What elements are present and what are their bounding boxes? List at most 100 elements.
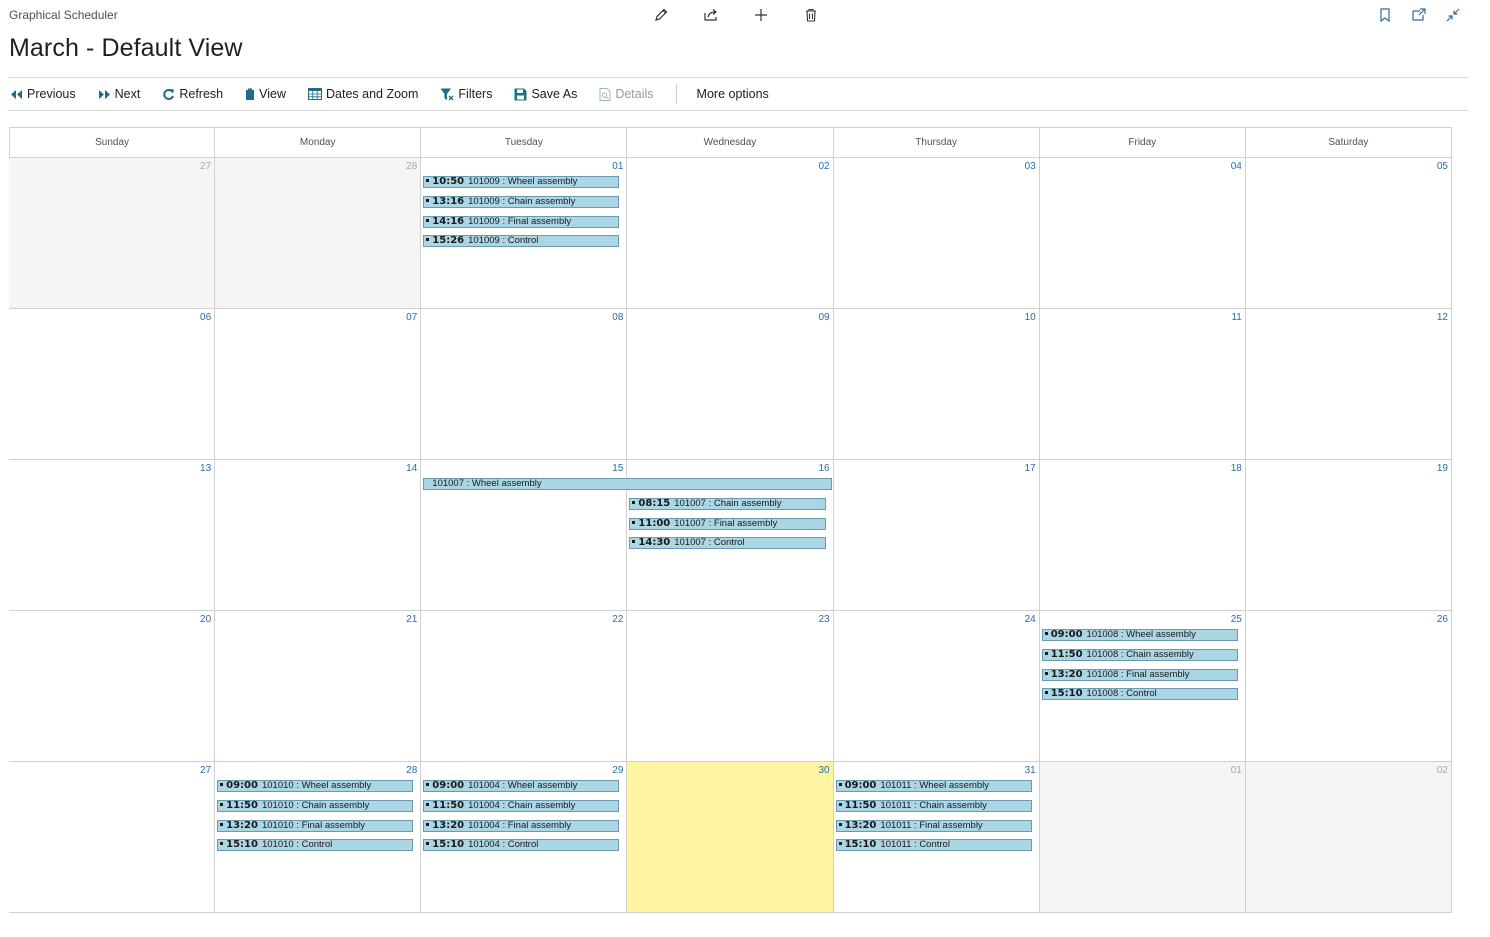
schedule-event[interactable]: 15:10 101011 : Control [835,839,1032,851]
day-cell[interactable]: 19 [1245,460,1452,610]
day-cell[interactable]: 24 [833,611,1040,761]
event-bullet [426,802,430,806]
open-new-window-icon[interactable] [1408,5,1430,25]
day-cell[interactable]: 23 [627,611,834,761]
calendar-week: 06 07 08 09 10 11 12 [9,309,1452,460]
schedule-event[interactable]: 11:50 101010 : Chain assembly [217,800,414,812]
schedule-event[interactable]: 11:50 101004 : Chain assembly [423,800,620,812]
day-cell[interactable]: 04 [1039,158,1246,308]
refresh-label: Refresh [179,87,224,101]
day-cell[interactable]: 05 [1245,158,1452,308]
schedule-event[interactable]: 14:16 101009 : Final assembly [423,216,620,228]
event-title: 101004 : Wheel assembly [468,780,578,791]
schedule-event[interactable]: 09:00 101011 : Wheel assembly [835,780,1032,792]
day-cell[interactable]: 06 [9,309,216,459]
day-number: 09 [818,312,830,323]
next-label: Next [114,87,141,101]
day-number: 05 [1436,161,1448,172]
week-cells: 06 07 08 09 10 11 12 [9,309,1452,459]
event-bullet [220,841,224,845]
day-number: 28 [406,161,418,172]
event-time: 15:10 [432,839,465,850]
schedule-event[interactable]: 09:00 101008 : Wheel assembly [1041,629,1238,641]
day-cell[interactable]: 08 [421,309,628,459]
filter-icon [440,88,454,101]
day-number: 24 [1024,614,1036,625]
more-options-button[interactable]: More options [697,87,769,101]
event-time: 15:10 [226,839,258,850]
day-cell[interactable]: 07 [215,309,422,459]
day-cell[interactable]: 27 [9,158,216,308]
day-number: 10 [1024,312,1036,323]
day-number: 11 [1231,312,1242,323]
event-bullet [426,218,430,222]
day-cell[interactable]: 21 [215,611,422,761]
schedule-event[interactable]: 13:20 101010 : Final assembly [217,820,414,832]
day-cell[interactable]: 26 [1245,611,1452,761]
day-cell-today[interactable]: 30 [627,762,834,912]
schedule-event[interactable]: 11:00 101007 : Final assembly [629,518,826,530]
day-cell[interactable]: 03 [833,158,1040,308]
event-time: 10:50 [432,176,465,187]
filters-button[interactable]: Filters [440,87,492,101]
day-cell[interactable]: 01 [1039,762,1246,912]
share-icon[interactable] [700,5,722,25]
event-bullet [426,841,430,845]
weekday-monday: Monday [215,128,422,157]
details-button[interactable]: Details [599,87,654,101]
collapse-icon[interactable] [1442,5,1464,25]
day-cell[interactable]: 18 [1039,460,1246,610]
schedule-event[interactable]: 13:20 101008 : Final assembly [1041,669,1238,681]
day-cell[interactable]: 27 [9,762,216,912]
day-cell[interactable]: 22 [421,611,628,761]
refresh-button[interactable]: Refresh [162,87,223,101]
plus-icon[interactable] [750,5,772,25]
day-number: 31 [1024,765,1036,776]
event-title: 101011 : Chain assembly [880,800,987,811]
pencil-icon[interactable] [650,5,672,25]
save-as-button[interactable]: Save As [514,87,577,101]
day-cell[interactable]: 02 [1245,762,1452,912]
event-time: 15:10 [1050,688,1083,699]
event-bullet [1044,671,1048,675]
next-button[interactable]: Next [98,87,141,101]
event-title: 101010 : Control [261,839,333,850]
day-cell[interactable]: 14 [215,460,422,610]
schedule-event[interactable]: 08:15 101007 : Chain assembly [629,498,826,510]
day-cell[interactable]: 20 [9,611,216,761]
schedule-event[interactable]: 09:00 101010 : Wheel assembly [217,780,414,792]
save-as-label: Save As [531,87,578,101]
dates-and-zoom-button[interactable]: Dates and Zoom [308,87,418,101]
schedule-event[interactable]: 13:16 101009 : Chain assembly [423,196,620,208]
schedule-event[interactable]: 11:50 101008 : Chain assembly [1041,649,1238,661]
bookmark-icon[interactable] [1374,5,1396,25]
schedule-event[interactable]: 10:50 101009 : Wheel assembly [423,176,620,188]
event-title: 101008 : Final assembly [1086,669,1190,680]
schedule-event[interactable]: 14:30 101007 : Control [629,537,826,549]
schedule-event[interactable]: 13:20 101011 : Final assembly [835,820,1032,832]
schedule-event[interactable]: 15:26 101009 : Control [423,235,620,247]
day-cell[interactable]: 12 [1245,309,1452,459]
schedule-event[interactable]: 09:00 101004 : Wheel assembly [423,780,620,792]
day-cell[interactable]: 02 [627,158,834,308]
day-cell[interactable]: 13 [9,460,216,610]
schedule-event[interactable]: 13:20 101004 : Final assembly [423,820,620,832]
day-number: 17 [1024,463,1036,474]
day-cell[interactable]: 11 [1039,309,1246,459]
day-cell[interactable]: 28 [215,158,422,308]
day-cell[interactable]: 09 [627,309,834,459]
day-cell[interactable]: 17 [833,460,1040,610]
event-time: 15:10 [844,839,877,850]
schedule-event[interactable]: 15:10 101008 : Control [1041,688,1238,700]
event-bullet [632,520,636,524]
previous-button[interactable]: Previous [10,87,76,101]
schedule-event[interactable]: 101007 : Wheel assembly [423,478,832,490]
schedule-event[interactable]: 15:10 101010 : Control [217,839,414,851]
view-button[interactable]: View [245,87,286,101]
day-cell[interactable]: 10 [833,309,1040,459]
schedule-event[interactable]: 11:50 101011 : Chain assembly [835,800,1032,812]
event-time: 13:20 [226,820,258,831]
event-title: 101009 : Final assembly [468,216,572,227]
trash-icon[interactable] [800,5,822,25]
schedule-event[interactable]: 15:10 101004 : Control [423,839,620,851]
